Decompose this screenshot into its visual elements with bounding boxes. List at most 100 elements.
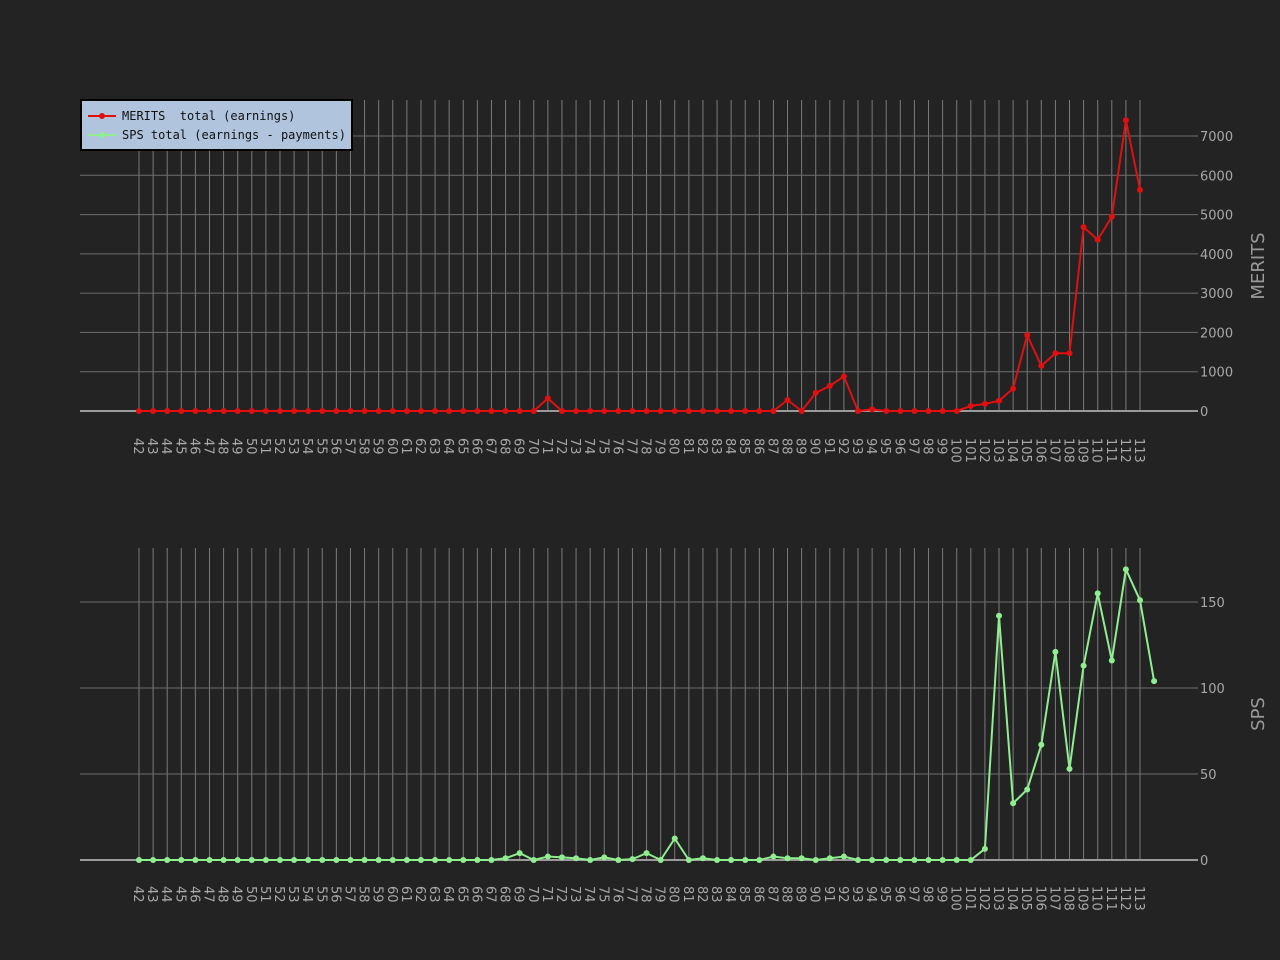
data-point (1108, 213, 1115, 220)
data-point (911, 408, 918, 414)
data-point (291, 857, 298, 863)
data-point (417, 408, 424, 414)
x-tick-label: 72 (553, 438, 568, 455)
data-point (1052, 648, 1059, 655)
x-tick-label: 71 (539, 886, 554, 903)
y-tick-label: 0 (1200, 854, 1208, 869)
x-tick-label: 99 (934, 886, 949, 903)
x-tick-label: 50 (243, 438, 258, 455)
x-tick-label: 46 (186, 438, 201, 455)
data-point (967, 857, 974, 863)
x-tick-label: 68 (497, 886, 512, 903)
x-tick-label: 43 (144, 438, 159, 455)
x-tick-label: 79 (652, 438, 667, 455)
data-point (150, 408, 157, 414)
x-tick-label: 106 (1032, 438, 1047, 463)
data-point (685, 857, 692, 863)
x-tick-label: 56 (327, 438, 342, 455)
data-point (460, 857, 467, 863)
x-tick-label: 59 (370, 886, 385, 903)
x-tick-label: 63 (426, 438, 441, 455)
data-point (192, 857, 199, 863)
data-point (1094, 590, 1101, 597)
x-tick-label: 73 (567, 438, 582, 455)
data-point (361, 857, 368, 863)
x-tick-label: 95 (877, 886, 892, 903)
x-tick-label: 107 (1046, 886, 1061, 911)
data-point (530, 857, 537, 863)
x-tick-label: 88 (779, 886, 794, 903)
data-point (333, 857, 340, 863)
x-tick-label: 69 (511, 886, 526, 903)
data-point (967, 402, 974, 409)
data-point (615, 857, 622, 863)
data-point (1122, 117, 1129, 124)
x-tick-label: 82 (694, 438, 709, 455)
x-tick-label: 92 (835, 886, 850, 903)
data-point (798, 408, 805, 414)
y-tick-label: 1000 (1200, 366, 1233, 381)
data-point (488, 408, 495, 414)
sps-panel: 05010015042 43 44 45 46 47 48 49 50 51 52 53 54 55 56 5… (80, 548, 1269, 911)
x-tick-label: 62 (412, 886, 427, 903)
x-tick-label: 67 (482, 886, 497, 903)
data-point (699, 855, 706, 862)
x-tick-label: 72 (553, 886, 568, 903)
data-point (869, 406, 876, 413)
x-tick-label: 86 (750, 886, 765, 903)
data-point (403, 857, 410, 863)
x-tick-label: 82 (694, 886, 709, 903)
data-point (1010, 385, 1017, 392)
data-point (728, 408, 735, 414)
x-tick-label: 51 (257, 438, 272, 455)
x-tick-label: 47 (200, 438, 215, 455)
x-tick-label: 50 (243, 886, 258, 903)
data-point (573, 408, 580, 414)
data-point (897, 857, 904, 863)
x-tick-label: 45 (172, 438, 187, 455)
x-tick-label: 108 (1061, 438, 1076, 463)
data-point (206, 408, 213, 414)
data-point (587, 857, 594, 863)
x-tick-label: 69 (511, 438, 526, 455)
data-point (488, 857, 495, 863)
data-point (262, 408, 269, 414)
data-point (1066, 765, 1073, 772)
x-tick-label: 74 (581, 886, 596, 903)
x-tick-label: 101 (962, 438, 977, 463)
data-point (474, 857, 481, 863)
x-tick-label: 46 (186, 886, 201, 903)
x-tick-label: 45 (172, 886, 187, 903)
x-tick-label: 98 (920, 886, 935, 903)
x-tick-label: 103 (990, 438, 1005, 463)
data-point (798, 855, 805, 862)
x-tick-label: 48 (215, 438, 230, 455)
x-tick-label: 84 (722, 438, 737, 455)
x-tick-label: 52 (271, 438, 286, 455)
x-tick-label: 49 (229, 438, 244, 455)
data-point (319, 857, 326, 863)
data-point (629, 408, 636, 414)
x-tick-label: 77 (623, 886, 638, 903)
data-point (784, 397, 791, 403)
data-point (699, 408, 706, 414)
x-tick-label: 111 (1103, 886, 1118, 911)
x-tick-label: 80 (666, 886, 681, 903)
data-point (826, 382, 833, 389)
data-point (981, 400, 988, 407)
data-point (276, 857, 283, 863)
x-tick-label: 55 (313, 886, 328, 903)
data-point (136, 857, 142, 863)
data-point (573, 855, 580, 862)
data-point (403, 408, 410, 414)
legend-marker-sps (99, 132, 105, 138)
x-tick-label: 81 (680, 438, 695, 455)
x-tick-label: 59 (370, 438, 385, 455)
x-tick-label: 112 (1117, 438, 1132, 463)
data-point (1010, 800, 1017, 807)
x-tick-label: 66 (468, 438, 483, 455)
legend-marker-merits (99, 113, 105, 119)
data-point (234, 408, 241, 414)
data-point (1137, 186, 1143, 193)
x-tick-label: 104 (1004, 438, 1019, 463)
